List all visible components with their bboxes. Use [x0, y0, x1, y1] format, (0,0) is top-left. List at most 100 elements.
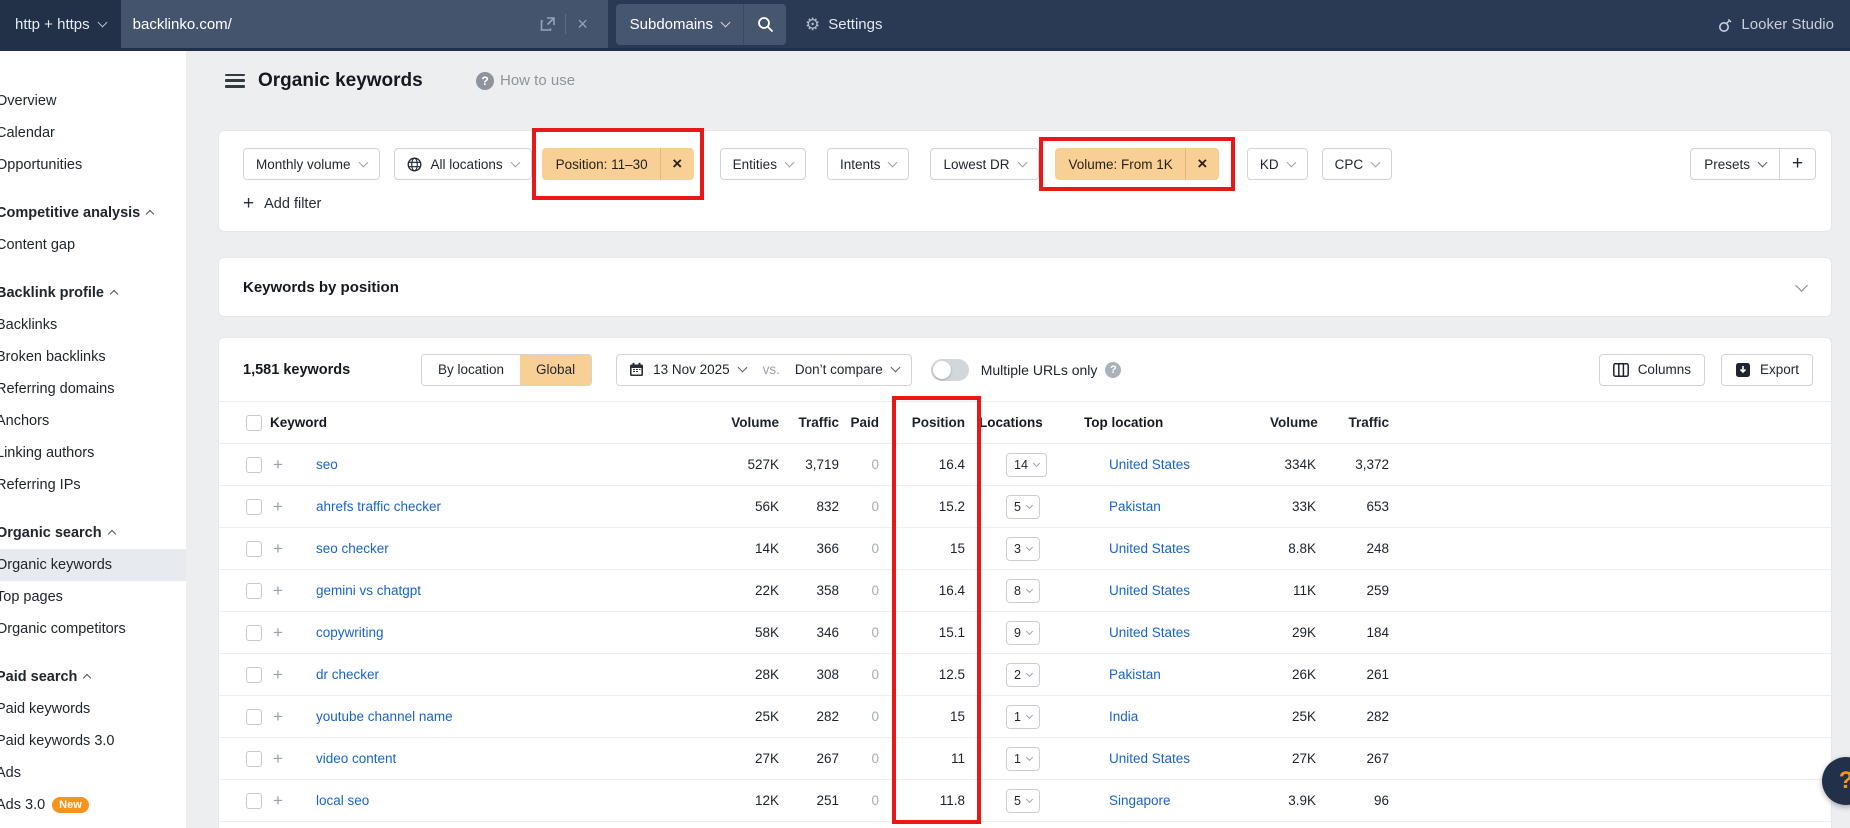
protocol-dropdown[interactable]: http + https	[0, 0, 121, 48]
entities-filter[interactable]: Entities	[719, 148, 806, 180]
top-location-link[interactable]: Singapore	[1109, 793, 1171, 808]
sidebar-item[interactable]: Organic search	[0, 517, 186, 549]
keywords-by-position-panel[interactable]: Keywords by position	[218, 257, 1832, 317]
remove-position-filter-icon[interactable]: ×	[659, 148, 694, 180]
row-checkbox[interactable]	[246, 666, 262, 683]
top-location-link[interactable]: United States	[1109, 541, 1190, 556]
add-to-list-icon[interactable]: +	[270, 497, 286, 517]
locations-dropdown[interactable]: 8	[1006, 578, 1040, 603]
add-to-list-icon[interactable]: +	[270, 581, 286, 601]
multiple-urls-toggle[interactable]	[930, 358, 969, 381]
monthly-volume-filter[interactable]: Monthly volume	[243, 148, 380, 180]
row-checkbox[interactable]	[246, 498, 262, 515]
col-header-paid[interactable]: Paid	[839, 415, 879, 430]
sidebar-item[interactable]: Paid search	[0, 661, 186, 693]
compare-selector[interactable]: Don’t compare	[795, 362, 883, 377]
date-selector[interactable]: 13 Nov 2025	[653, 362, 730, 377]
add-to-list-icon[interactable]: +	[270, 791, 286, 811]
keyword-link[interactable]: local seo	[316, 793, 369, 808]
sidebar-item[interactable]: Organic competitors	[0, 613, 186, 645]
add-to-list-icon[interactable]: +	[270, 749, 286, 769]
remove-volume-filter-icon[interactable]: ×	[1184, 148, 1219, 180]
row-checkbox[interactable]	[246, 582, 262, 599]
col-header-volume[interactable]: Volume	[689, 415, 779, 430]
intents-filter[interactable]: Intents	[826, 148, 910, 180]
locations-dropdown[interactable]: 9	[1006, 620, 1040, 645]
sidebar-item[interactable]: Content gap	[0, 229, 186, 261]
how-to-use-link[interactable]: How to use	[500, 72, 575, 89]
position-filter-chip[interactable]: Position: 11–30 ×	[541, 148, 694, 180]
sidebar-item[interactable]: Backlinks	[0, 309, 186, 341]
keyword-link[interactable]: dr checker	[316, 667, 379, 682]
sidebar-item[interactable]: Opportunities	[0, 149, 186, 181]
keyword-link[interactable]: video content	[316, 751, 396, 766]
locations-dropdown[interactable]: 1	[1006, 704, 1040, 729]
locations-dropdown[interactable]: 2	[1006, 662, 1040, 687]
clear-url-icon[interactable]: ×	[570, 11, 596, 37]
all-locations-filter[interactable]: All locations	[393, 148, 532, 180]
columns-button[interactable]: Columns	[1598, 353, 1705, 386]
keyword-link[interactable]: seo checker	[316, 541, 389, 556]
col-header-volume2[interactable]: Volume	[1270, 415, 1318, 430]
top-location-link[interactable]: India	[1109, 709, 1138, 724]
keyword-link[interactable]: copywriting	[316, 625, 384, 640]
target-url-input[interactable]: backlinko.com/ ×	[120, 0, 608, 48]
row-checkbox[interactable]	[246, 792, 262, 809]
menu-toggle-icon[interactable]	[225, 73, 245, 88]
sidebar-item[interactable]: Referring domains	[0, 373, 186, 405]
sidebar-item[interactable]: Paid keywords 3.0	[0, 725, 186, 757]
global-tab[interactable]: Global	[520, 354, 592, 385]
sidebar-item[interactable]: Organic keywords	[0, 549, 186, 581]
locations-dropdown[interactable]: 5	[1006, 494, 1040, 519]
kd-filter[interactable]: KD	[1246, 148, 1308, 180]
row-checkbox[interactable]	[246, 750, 262, 767]
add-to-list-icon[interactable]: +	[270, 707, 286, 727]
top-location-link[interactable]: Pakistan	[1109, 667, 1161, 682]
scope-dropdown[interactable]: Subdomains	[616, 4, 743, 45]
sidebar-item[interactable]: Top pages	[0, 581, 186, 613]
col-header-traffic[interactable]: Traffic	[779, 415, 839, 430]
row-checkbox[interactable]	[246, 708, 262, 725]
presets-dropdown[interactable]: Presets	[1691, 149, 1779, 179]
lowest-dr-filter[interactable]: Lowest DR	[930, 148, 1039, 180]
looker-studio-button[interactable]: Looker Studio	[1717, 0, 1850, 48]
add-to-list-icon[interactable]: +	[270, 539, 286, 559]
top-location-link[interactable]: United States	[1109, 457, 1190, 472]
row-checkbox[interactable]	[246, 456, 262, 473]
locations-dropdown[interactable]: 5	[1006, 788, 1040, 813]
col-header-position[interactable]: Position	[879, 415, 965, 430]
sidebar-item[interactable]: Ads	[0, 757, 186, 789]
sidebar-item[interactable]: Broken backlinks	[0, 341, 186, 373]
top-location-link[interactable]: United States	[1109, 751, 1190, 766]
search-button[interactable]	[743, 3, 786, 45]
volume-filter-chip[interactable]: Volume: From 1K ×	[1054, 148, 1219, 180]
sidebar-item[interactable]: Referring IPs	[0, 469, 186, 501]
top-location-link[interactable]: United States	[1109, 583, 1190, 598]
keyword-link[interactable]: gemini vs chatgpt	[316, 583, 421, 598]
col-header-locations[interactable]: Locations	[965, 415, 1060, 430]
sidebar-item[interactable]: Anchors	[0, 405, 186, 437]
col-header-keyword[interactable]: Keyword	[270, 415, 689, 430]
add-to-list-icon[interactable]: +	[270, 455, 286, 475]
add-filter-button[interactable]: + Add filter	[243, 193, 321, 215]
locations-dropdown[interactable]: 14	[1006, 452, 1047, 477]
top-location-link[interactable]: Pakistan	[1109, 499, 1161, 514]
add-to-list-icon[interactable]: +	[270, 623, 286, 643]
settings-button[interactable]: ⚙ Settings	[805, 0, 882, 48]
keyword-link[interactable]: ahrefs traffic checker	[316, 499, 441, 514]
open-external-link-icon[interactable]	[535, 11, 561, 37]
locations-dropdown[interactable]: 3	[1006, 536, 1040, 561]
select-all-checkbox[interactable]	[246, 414, 262, 431]
sidebar-item[interactable]: Backlink profile	[0, 277, 186, 309]
add-to-list-icon[interactable]: +	[270, 665, 286, 685]
col-header-top-location[interactable]: Top location	[1060, 415, 1270, 430]
sidebar-item[interactable]: Paid keywords	[0, 693, 186, 725]
collapse-chevron-icon[interactable]	[1791, 278, 1811, 292]
sidebar-item[interactable]: Ads 3.0 New	[0, 789, 186, 821]
top-location-link[interactable]: United States	[1109, 625, 1190, 640]
add-preset-button[interactable]: +	[1779, 149, 1815, 179]
locations-dropdown[interactable]: 1	[1006, 746, 1040, 771]
sidebar-item[interactable]: Competitive analysis	[0, 197, 186, 229]
cpc-filter[interactable]: CPC	[1321, 148, 1393, 180]
sidebar-item[interactable]: Overview	[0, 85, 186, 117]
